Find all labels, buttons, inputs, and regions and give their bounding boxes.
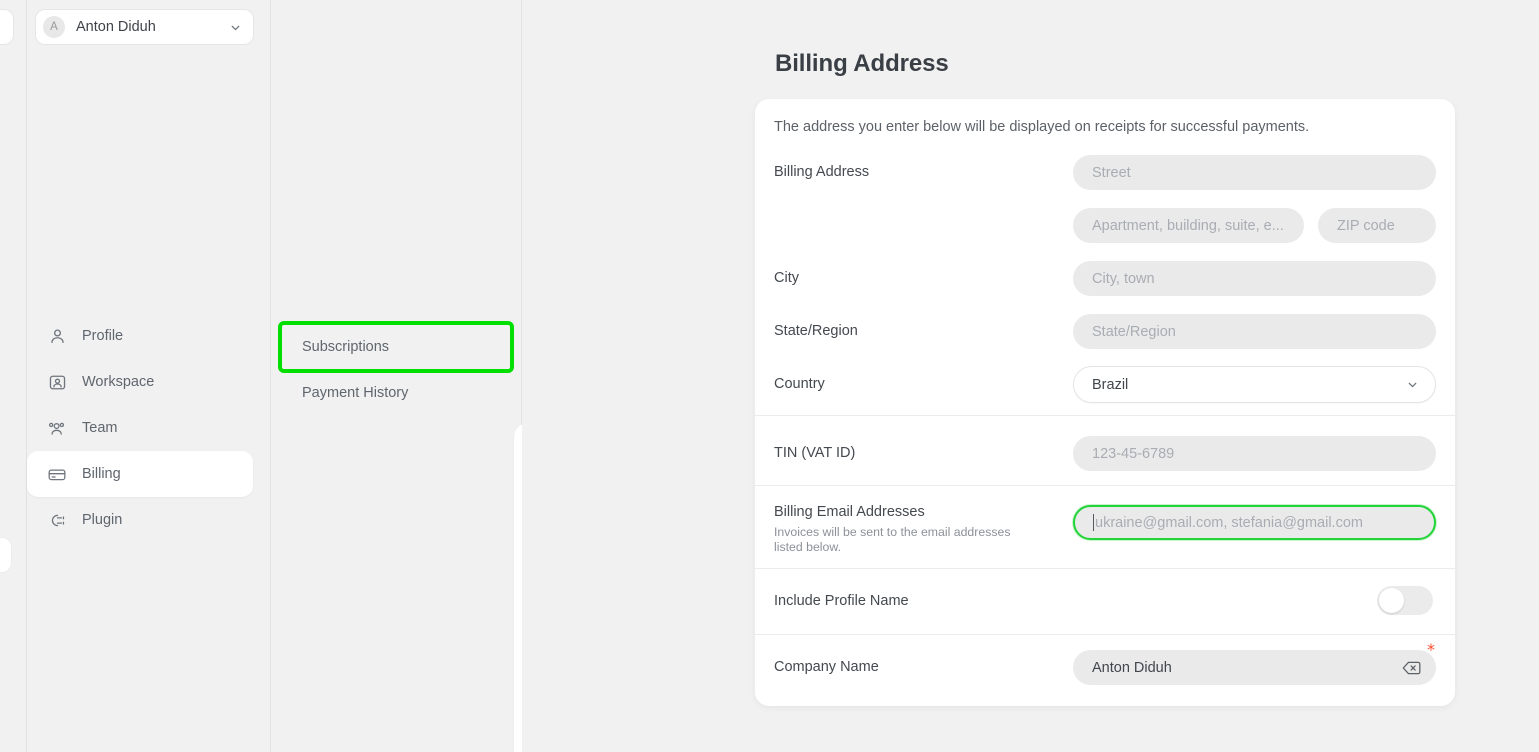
- sidebar-item-profile[interactable]: Profile: [27, 313, 253, 359]
- page-title: Billing Address: [775, 50, 949, 78]
- billing-email-placeholder: ukraine@gmail.com, stefania@gmail.com: [1095, 515, 1363, 531]
- country-label: Country: [774, 376, 825, 392]
- billing-email-description: Invoices will be sent to the email addre…: [774, 525, 1034, 554]
- state-region-label: State/Region: [774, 323, 858, 339]
- country-select-value: Brazil: [1092, 377, 1128, 393]
- primary-sidebar: A Anton Diduh Profile: [27, 0, 270, 752]
- section-divider: [755, 634, 1455, 635]
- city-label: City: [774, 270, 799, 286]
- text-cursor: [1093, 514, 1094, 531]
- main-content: Billing Address The address you enter be…: [522, 0, 1539, 752]
- tin-input[interactable]: 123-45-6789: [1073, 436, 1436, 471]
- subnav-item-subscriptions[interactable]: Subscriptions: [281, 324, 511, 370]
- plug-icon: [47, 510, 67, 530]
- section-divider: [755, 568, 1455, 569]
- sidebar-nav: Profile Workspace: [27, 313, 270, 543]
- subnav-item-label: Subscriptions: [302, 339, 389, 355]
- sidebar-item-label: Workspace: [82, 374, 154, 390]
- sidebar-item-plugin[interactable]: Plugin: [27, 497, 253, 543]
- team-icon: [47, 418, 67, 438]
- account-name: Anton Diduh: [76, 19, 229, 35]
- state-region-input[interactable]: State/Region: [1073, 314, 1436, 349]
- company-name-value: Anton Diduh: [1092, 660, 1172, 676]
- company-name-label: Company Name: [774, 659, 879, 675]
- zip-code-input[interactable]: ZIP code: [1318, 208, 1436, 243]
- backspace-clear-icon[interactable]: [1402, 660, 1421, 675]
- billing-subnav: Billing Address Subscriptions Payment Hi…: [271, 0, 521, 752]
- section-divider: [755, 485, 1455, 486]
- sidebar-item-label: Team: [82, 420, 117, 436]
- billing-email-input[interactable]: ukraine@gmail.com, stefania@gmail.com: [1073, 505, 1436, 540]
- offscreen-panel-top: [0, 9, 14, 45]
- subnav-item-label: Payment History: [302, 385, 408, 401]
- sidebar-item-label: Billing: [82, 466, 121, 482]
- avatar: A: [43, 16, 65, 38]
- billing-email-label: Billing Email Addresses: [774, 504, 925, 520]
- street-input[interactable]: Street: [1073, 155, 1436, 190]
- company-name-input[interactable]: Anton Diduh: [1073, 650, 1436, 685]
- billing-address-card: The address you enter below will be disp…: [755, 99, 1455, 706]
- account-switcher[interactable]: A Anton Diduh: [35, 9, 254, 45]
- include-profile-name-toggle[interactable]: [1377, 586, 1433, 615]
- subnav-item-payment-history[interactable]: Payment History: [281, 370, 511, 416]
- sidebar-item-workspace[interactable]: Workspace: [27, 359, 253, 405]
- app-root: A Anton Diduh Profile: [0, 0, 1539, 752]
- section-divider: [755, 415, 1455, 416]
- chevron-down-icon: [1406, 378, 1419, 391]
- chevron-down-icon: [229, 21, 242, 34]
- toggle-knob: [1379, 588, 1404, 613]
- sidebar-item-billing[interactable]: Billing: [27, 451, 253, 497]
- user-icon: [47, 326, 67, 346]
- country-select[interactable]: Brazil: [1073, 366, 1436, 403]
- credit-card-icon: [47, 464, 67, 484]
- offscreen-panel-middle: [0, 537, 12, 573]
- required-asterisk: *: [1427, 642, 1435, 658]
- tin-label: TIN (VAT ID): [774, 445, 855, 461]
- billing-address-label: Billing Address: [774, 164, 869, 180]
- card-description: The address you enter below will be disp…: [774, 119, 1309, 135]
- sidebar-item-label: Plugin: [82, 512, 122, 528]
- sidebar-item-team[interactable]: Team: [27, 405, 253, 451]
- include-profile-name-label: Include Profile Name: [774, 593, 909, 609]
- billing-subnav-list: Billing Address Subscriptions Payment Hi…: [281, 324, 511, 416]
- apartment-input[interactable]: Apartment, building, suite, e...: [1073, 208, 1304, 243]
- city-input[interactable]: City, town: [1073, 261, 1436, 296]
- sidebar-item-label: Profile: [82, 328, 123, 344]
- workspace-icon: [47, 372, 67, 392]
